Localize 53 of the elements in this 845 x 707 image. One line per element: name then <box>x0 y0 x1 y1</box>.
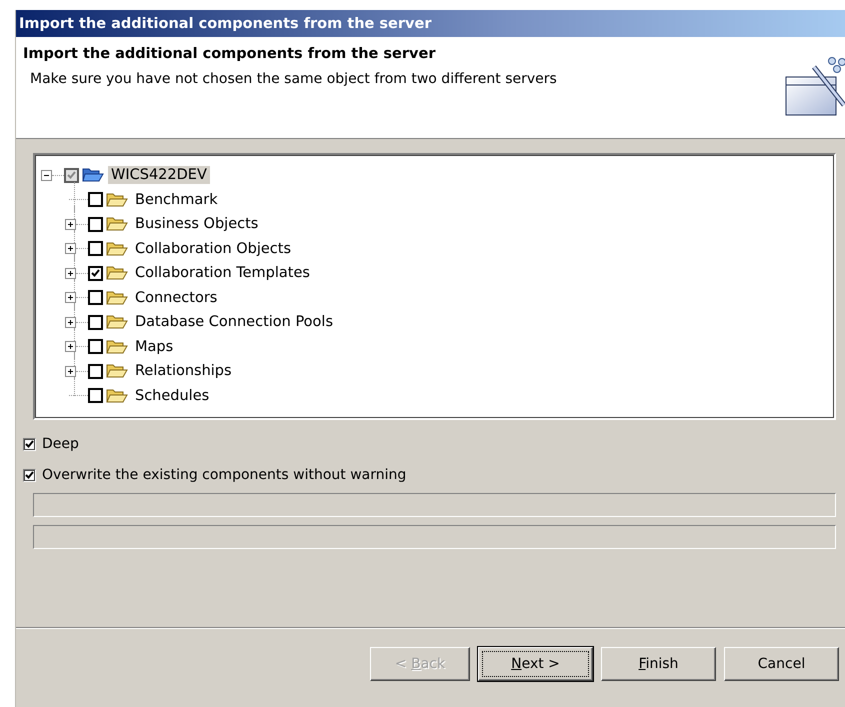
tree-checkbox[interactable] <box>88 266 103 281</box>
expand-icon[interactable] <box>65 292 76 304</box>
tree-checkbox[interactable] <box>88 314 103 330</box>
expand-icon[interactable] <box>65 243 76 254</box>
page-description: Make sure you have not chosen the same object from two different servers <box>30 71 557 87</box>
wizard-wand-icon <box>784 55 845 117</box>
expand-icon[interactable] <box>65 366 76 377</box>
tree-checkbox[interactable] <box>88 364 103 379</box>
expand-icon[interactable] <box>65 316 76 328</box>
tree-checkbox[interactable] <box>88 241 103 256</box>
tree-item[interactable]: Schedules <box>132 386 212 405</box>
tree-item[interactable]: Business Objects <box>132 215 262 234</box>
window-title: Import the additional components from the server <box>19 16 432 32</box>
folder-icon <box>106 338 128 355</box>
folder-icon <box>106 240 128 257</box>
page-title: Import the additional components from the server <box>23 46 436 62</box>
folder-icon <box>106 265 128 282</box>
checkbox-label[interactable]: Overwrite the existing components without warning <box>42 467 406 483</box>
folder-icon <box>106 290 128 306</box>
checkmark-icon <box>25 440 34 448</box>
tree-item[interactable]: Maps <box>132 338 176 356</box>
checkmark-icon <box>91 269 100 278</box>
dialog-button[interactable]: Cancel <box>724 647 839 681</box>
tree-item[interactable]: Connectors <box>132 288 220 307</box>
expand-icon[interactable] <box>65 218 76 230</box>
dialog-button[interactable]: Finish <box>601 647 716 681</box>
tree-checkbox[interactable] <box>88 339 103 354</box>
open-folder-icon <box>82 167 104 184</box>
checkmark-icon <box>25 471 34 479</box>
folder-icon <box>106 363 128 380</box>
tree-checkbox[interactable] <box>64 168 79 183</box>
folder-icon <box>106 216 128 232</box>
checkmark-icon <box>67 171 76 180</box>
tree-item[interactable]: Collaboration Objects <box>132 240 294 258</box>
folder-icon <box>106 314 128 330</box>
expand-icon[interactable] <box>65 341 76 352</box>
dialog-button[interactable]: Next > <box>478 647 593 681</box>
collapse-icon[interactable] <box>41 170 52 181</box>
tree-checkbox[interactable] <box>88 216 103 232</box>
tree-item[interactable]: Benchmark <box>132 190 221 209</box>
folder-icon <box>106 192 128 208</box>
checkbox[interactable] <box>23 438 36 450</box>
tree-item[interactable]: Collaboration Templates <box>132 264 313 282</box>
checkbox-label[interactable]: Deep <box>42 436 79 452</box>
tree-item[interactable]: Relationships <box>132 362 235 380</box>
tree-checkbox[interactable] <box>88 290 103 306</box>
tree-checkbox[interactable] <box>88 388 103 404</box>
expand-icon[interactable] <box>65 268 76 279</box>
checkbox[interactable] <box>23 468 36 482</box>
folder-icon <box>106 388 128 404</box>
tree-item[interactable]: Database Connection Pools <box>132 313 336 332</box>
tree-checkbox[interactable] <box>88 192 103 208</box>
tree-item[interactable]: WICS422DEV <box>108 166 210 184</box>
